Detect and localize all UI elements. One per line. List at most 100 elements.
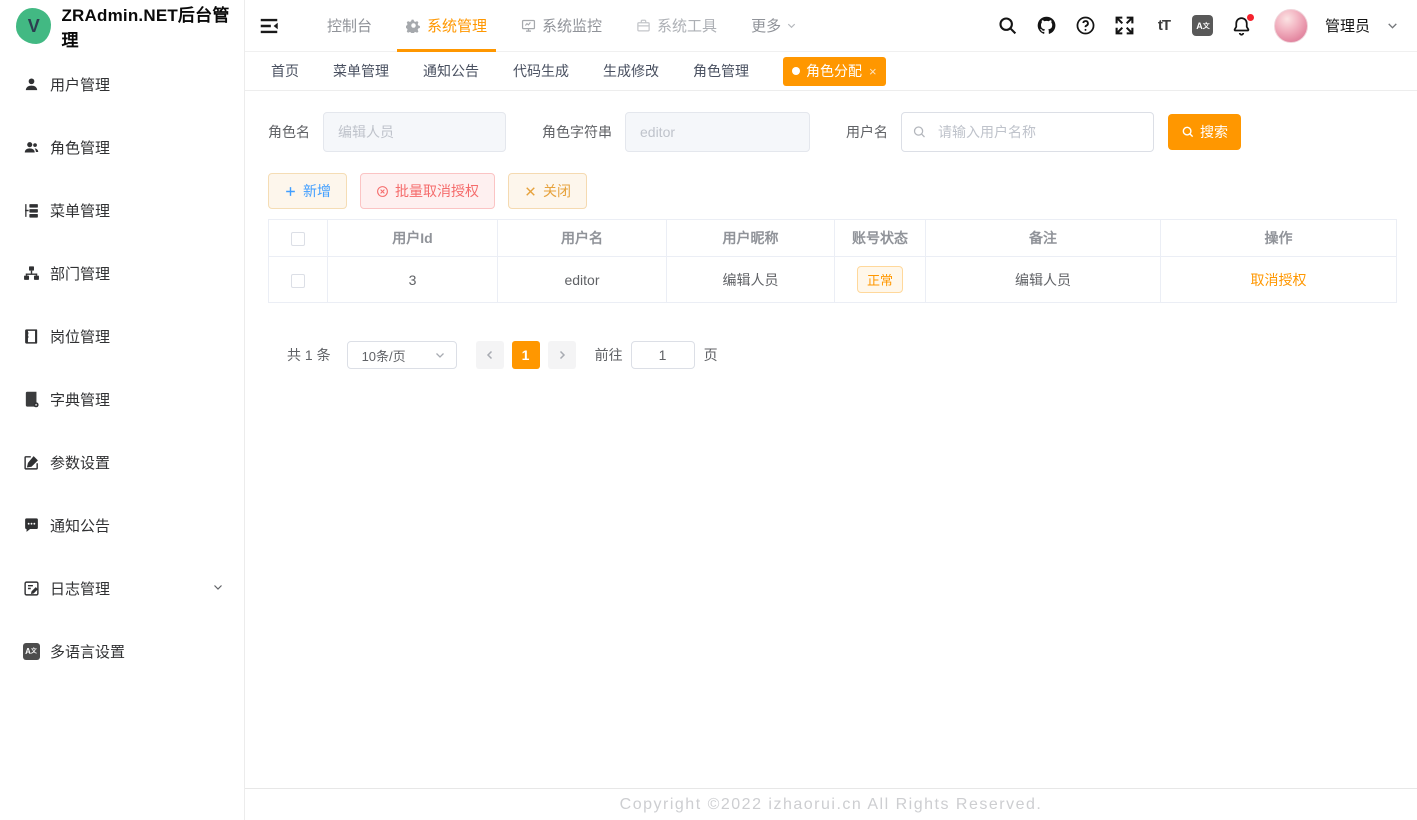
status-badge: 正常	[857, 266, 903, 293]
sidebar-item-users[interactable]: 用户管理	[0, 53, 244, 116]
page-number-button[interactable]: 1	[512, 341, 540, 369]
cell-user-name: editor	[498, 257, 667, 303]
tab-generate-modify[interactable]: 生成修改	[603, 61, 659, 81]
row-checkbox[interactable]	[291, 274, 305, 288]
sidebar-collapse-icon[interactable]	[258, 13, 284, 39]
app-logo: V	[16, 8, 51, 44]
filter-role-key: 角色字符串	[542, 112, 810, 152]
tab-notices[interactable]: 通知公告	[423, 61, 479, 81]
github-icon[interactable]	[1032, 11, 1062, 41]
column-user-name: 用户名	[498, 220, 667, 257]
user-name-input[interactable]	[901, 112, 1154, 152]
pagination: 共 1 条 10条/页 1 前往 页	[287, 341, 1396, 369]
monitor-icon	[521, 18, 536, 33]
copyright-text: Copyright ©2022 izhaorui.cn All Rights R…	[620, 796, 1043, 814]
sidebar-item-logs[interactable]: 日志管理	[0, 557, 244, 620]
tags-view-bar: 首页 菜单管理 通知公告 代码生成 生成修改 角色管理 角色分配 ×	[245, 52, 1417, 91]
column-user-id: 用户Id	[328, 220, 498, 257]
prev-page-button[interactable]	[476, 341, 504, 369]
dictionary-icon	[22, 391, 40, 409]
tab-home[interactable]: 首页	[271, 61, 299, 81]
department-icon	[22, 265, 40, 283]
edit-icon	[22, 454, 40, 472]
next-page-button[interactable]	[548, 341, 576, 369]
goto-page-input[interactable]	[631, 341, 695, 369]
page-content: 角色名 角色字符串 用户名	[245, 91, 1417, 788]
search-button[interactable]: 搜索	[1168, 114, 1241, 150]
filter-role-name: 角色名	[268, 112, 506, 152]
chevron-down-icon[interactable]	[1386, 19, 1399, 32]
app-title: ZRAdmin.NET后台管理	[61, 1, 244, 51]
close-button[interactable]: 关闭	[508, 173, 587, 209]
role-key-label: 角色字符串	[542, 122, 612, 142]
role-key-input[interactable]	[625, 112, 810, 152]
nav-item-system-management[interactable]: 系统管理	[389, 0, 504, 52]
translate-icon: A文	[22, 643, 40, 661]
sidebar-item-departments[interactable]: 部门管理	[0, 242, 244, 305]
column-actions: 操作	[1161, 220, 1397, 257]
sidebar-item-posts[interactable]: 岗位管理	[0, 305, 244, 368]
add-button[interactable]: 新增	[268, 173, 347, 209]
footer: Copyright ©2022 izhaorui.cn All Rights R…	[245, 788, 1417, 820]
user-name-label: 用户名	[846, 122, 888, 142]
tab-role-assignment[interactable]: 角色分配 ×	[783, 57, 886, 86]
close-icon[interactable]: ×	[869, 64, 877, 79]
top-nav: 控制台 系统管理 系统监控	[310, 0, 814, 52]
sidebar-item-parameters[interactable]: 参数设置	[0, 431, 244, 494]
user-name: 管理员	[1325, 15, 1370, 36]
tab-menu-management[interactable]: 菜单管理	[333, 61, 389, 81]
font-size-icon[interactable]: tT	[1149, 11, 1179, 41]
tab-role-management[interactable]: 角色管理	[693, 61, 749, 81]
goto-label: 前往	[595, 345, 623, 365]
chevron-down-icon	[786, 20, 797, 31]
cell-remark: 编辑人员	[926, 257, 1161, 303]
chevron-down-icon	[212, 580, 224, 597]
search-icon	[912, 125, 927, 140]
sidebar-item-dictionary[interactable]: 字典管理	[0, 368, 244, 431]
nav-item-console[interactable]: 控制台	[310, 0, 389, 52]
notification-dot	[1247, 14, 1254, 21]
avatar[interactable]	[1274, 9, 1308, 43]
app-root: V ZRAdmin.NET后台管理 用户管理 角色管理	[0, 0, 1417, 820]
column-nick-name: 用户昵称	[667, 220, 835, 257]
sidebar-item-i18n[interactable]: A文 多语言设置	[0, 620, 244, 683]
cell-user-id: 3	[328, 257, 498, 303]
user-icon	[22, 76, 40, 94]
sidebar-item-menus[interactable]: 菜单管理	[0, 179, 244, 242]
select-all-checkbox[interactable]	[291, 232, 305, 246]
active-tab-dot	[792, 67, 800, 75]
bell-icon[interactable]	[1227, 11, 1257, 41]
sidebar-item-notices[interactable]: 通知公告	[0, 494, 244, 557]
search-icon[interactable]	[993, 11, 1023, 41]
total-count: 共 1 条	[287, 345, 331, 365]
cancel-auth-link[interactable]: 取消授权	[1251, 272, 1307, 288]
toolbox-icon	[636, 18, 651, 33]
user-table: 用户Id 用户名 用户昵称 账号状态 备注 操作 3 editor	[268, 219, 1396, 303]
sidebar: V ZRAdmin.NET后台管理 用户管理 角色管理	[0, 0, 245, 820]
sidebar-menu: 用户管理 角色管理 菜单管理 部门管理	[0, 52, 244, 683]
table-header-row: 用户Id 用户名 用户昵称 账号状态 备注 操作	[269, 220, 1397, 257]
topbar-right: tT A文 管理员	[993, 9, 1399, 43]
column-remark: 备注	[926, 220, 1161, 257]
menu-tree-icon	[22, 202, 40, 220]
translate-icon[interactable]: A文	[1188, 11, 1218, 41]
chat-bubble-icon	[22, 517, 40, 535]
nav-item-system-tools[interactable]: 系统工具	[619, 0, 734, 52]
toolbar: 新增 批量取消授权 关闭	[268, 173, 1396, 209]
role-name-input[interactable]	[323, 112, 506, 152]
tab-code-generation[interactable]: 代码生成	[513, 61, 569, 81]
nav-item-system-monitor[interactable]: 系统监控	[504, 0, 619, 52]
post-icon	[22, 328, 40, 346]
table-row: 3 editor 编辑人员 正常 编辑人员 取消授权	[269, 257, 1397, 303]
column-status: 账号状态	[835, 220, 926, 257]
topbar: 控制台 系统管理 系统监控	[245, 0, 1417, 52]
batch-cancel-auth-button[interactable]: 批量取消授权	[360, 173, 495, 209]
logo-row[interactable]: V ZRAdmin.NET后台管理	[0, 0, 244, 52]
page-unit-label: 页	[704, 345, 718, 365]
role-name-label: 角色名	[268, 122, 310, 142]
help-icon[interactable]	[1071, 11, 1101, 41]
page-size-select[interactable]: 10条/页	[347, 341, 457, 369]
sidebar-item-roles[interactable]: 角色管理	[0, 116, 244, 179]
fullscreen-icon[interactable]	[1110, 11, 1140, 41]
nav-item-more[interactable]: 更多	[734, 0, 814, 52]
